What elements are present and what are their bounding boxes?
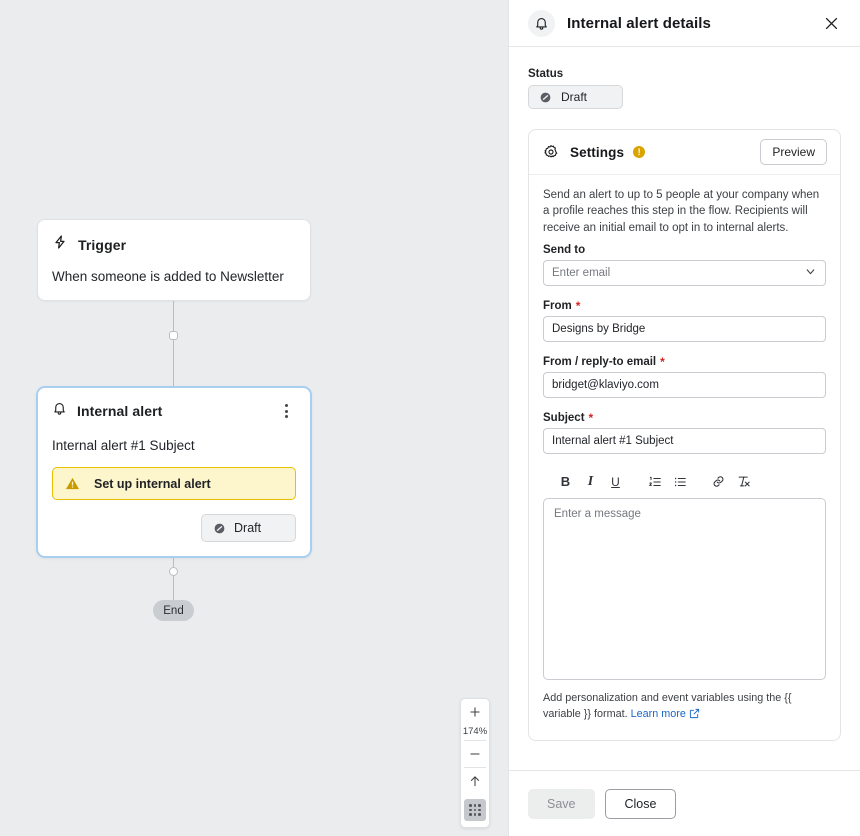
settings-card: Settings ! Preview Send an alert to up t… (528, 129, 841, 741)
draft-slash-icon (539, 91, 552, 104)
app-root: Trigger When someone is added to Newslet… (0, 0, 860, 836)
personalization-hint: Add personalization and event variables … (543, 691, 826, 724)
node-status-chip[interactable]: Draft (201, 514, 296, 542)
warning-triangle-icon (65, 476, 80, 491)
flow-canvas[interactable]: Trigger When someone is added to Newslet… (0, 0, 508, 836)
send-to-placeholder: Enter email (552, 267, 610, 279)
chevron-down-icon (804, 265, 817, 281)
settings-card-body: Send an alert to up to 5 people at your … (529, 175, 840, 740)
end-node-label: End (163, 605, 183, 617)
grid-dots-icon[interactable] (464, 799, 486, 821)
rich-text-toolbar: B I U (543, 466, 826, 498)
reply-to-field[interactable]: bridget@klaviyo.com (543, 372, 826, 398)
gear-icon (543, 144, 559, 160)
lightning-bolt-icon (52, 234, 68, 255)
minus-icon[interactable] (460, 741, 490, 767)
clear-formatting-icon[interactable] (733, 471, 754, 492)
from-field[interactable]: Designs by Bridge (543, 316, 826, 342)
zoom-controls[interactable]: 174% (460, 698, 490, 828)
status-label: Status (528, 68, 841, 80)
connector-node-1[interactable] (169, 331, 178, 340)
close-button[interactable]: Close (605, 789, 677, 819)
internal-alert-node-title: Internal alert (77, 403, 162, 419)
warning-exclamation-icon: ! (633, 146, 645, 158)
plus-icon[interactable] (460, 699, 490, 725)
setup-warning-label: Set up internal alert (94, 477, 211, 491)
from-label: From * (543, 300, 826, 312)
link-icon[interactable] (708, 471, 729, 492)
settings-description: Send an alert to up to 5 people at your … (543, 187, 826, 236)
subject-field-value: Internal alert #1 Subject (552, 435, 673, 447)
external-link-icon[interactable] (689, 708, 700, 725)
trigger-node[interactable]: Trigger When someone is added to Newslet… (37, 219, 311, 301)
draft-slash-icon (213, 522, 226, 535)
message-placeholder: Enter a message (554, 508, 641, 520)
bell-icon (52, 401, 67, 421)
bullet-list-icon[interactable] (669, 471, 690, 492)
status-badge-value: Draft (561, 90, 587, 104)
bold-icon[interactable]: B (555, 471, 576, 492)
send-to-input[interactable]: Enter email (543, 260, 826, 286)
learn-more-link[interactable]: Learn more (631, 708, 686, 720)
save-button[interactable]: Save (528, 789, 595, 819)
setup-warning-banner[interactable]: Set up internal alert (52, 467, 296, 500)
settings-card-header: Settings ! Preview (529, 130, 840, 175)
bell-icon (528, 10, 555, 37)
from-label-text: From (543, 300, 572, 312)
italic-icon[interactable]: I (580, 471, 601, 492)
arrow-up-icon[interactable] (460, 768, 490, 794)
kebab-menu-icon[interactable] (276, 401, 296, 421)
page-title: Internal alert details (567, 15, 820, 32)
zoom-level-label: 174% (463, 725, 487, 740)
status-badge[interactable]: Draft (528, 85, 623, 109)
ordered-list-icon[interactable] (644, 471, 665, 492)
close-icon[interactable] (820, 12, 842, 34)
panel-body: Status Draft (509, 47, 860, 770)
panel-header: Internal alert details (509, 0, 860, 47)
node-status-row: Draft (52, 514, 296, 542)
send-to-label: Send to (543, 244, 826, 256)
end-node[interactable]: End (153, 600, 194, 621)
details-panel: Internal alert details Status Draft (508, 0, 860, 836)
subject-label: Subject * (543, 412, 826, 424)
internal-alert-node-subject: Internal alert #1 Subject (52, 438, 296, 453)
settings-card-title: Settings (570, 145, 624, 160)
reply-to-label: From / reply-to email * (543, 356, 826, 368)
trigger-node-title: Trigger (78, 237, 126, 253)
underline-icon[interactable]: U (605, 471, 626, 492)
panel-footer: Save Close (509, 770, 860, 836)
subject-field[interactable]: Internal alert #1 Subject (543, 428, 826, 454)
trigger-node-description: When someone is added to Newsletter (52, 269, 296, 284)
subject-label-text: Subject (543, 412, 585, 424)
preview-button[interactable]: Preview (760, 139, 827, 165)
message-textarea[interactable]: Enter a message (543, 498, 826, 680)
required-mark: * (576, 300, 581, 312)
node-status-label: Draft (234, 521, 261, 535)
internal-alert-node[interactable]: Internal alert Internal alert #1 Subject… (36, 386, 312, 558)
required-mark: * (660, 356, 665, 368)
connector-node-2[interactable] (169, 567, 178, 576)
reply-to-field-value: bridget@klaviyo.com (552, 379, 659, 391)
from-field-value: Designs by Bridge (552, 323, 645, 335)
reply-to-label-text: From / reply-to email (543, 356, 656, 368)
send-to-label-text: Send to (543, 244, 585, 256)
required-mark: * (589, 412, 594, 424)
